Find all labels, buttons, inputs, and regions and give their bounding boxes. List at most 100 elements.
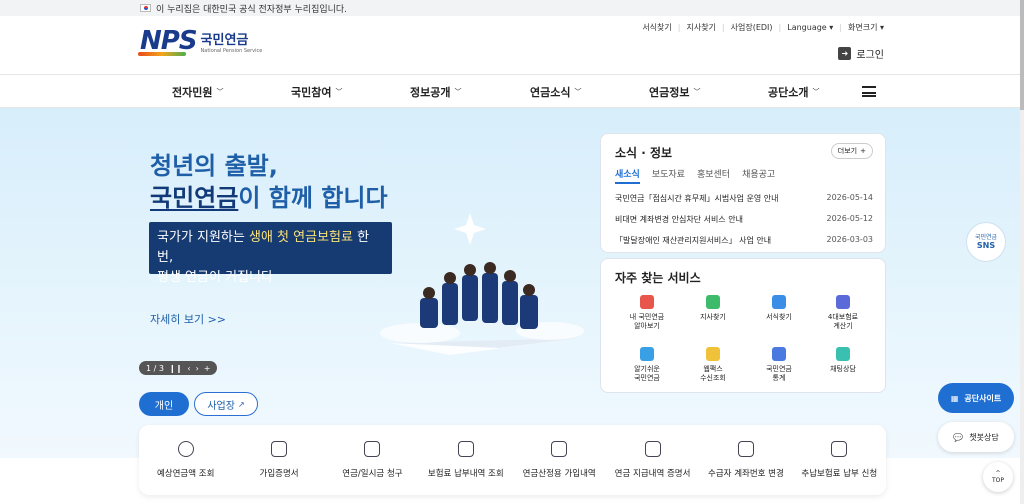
- tab-recruit[interactable]: 채용공고: [742, 167, 775, 184]
- tab-new-news[interactable]: 새소식: [615, 167, 640, 184]
- news-item[interactable]: 비대면 계좌변경 안심차단 서비스 안내 2026-05-12: [615, 214, 873, 225]
- prev-icon[interactable]: ‹: [187, 364, 190, 373]
- student-heads: [423, 262, 535, 299]
- news-title: 소식 · 정보: [615, 146, 673, 160]
- service-label: 웹팩스: [703, 365, 723, 373]
- nav-item-participation[interactable]: 국민참여 ﹀: [291, 84, 342, 100]
- util-branch-search[interactable]: 지사찾기: [686, 22, 715, 33]
- nav-item-pension-info[interactable]: 연금정보 ﹀: [649, 84, 700, 100]
- logo-name: 국민연금: [200, 32, 249, 48]
- service-branch[interactable]: 지사찾기: [683, 295, 743, 322]
- hero-title-highlight: 국민연금: [150, 184, 239, 212]
- site-link-label: 공단사이트: [964, 393, 1002, 403]
- news-item[interactable]: 「발달장애인 재산관리지원서비스」 사업 안내 2026-03-03: [615, 235, 873, 246]
- quick-deferred-payment[interactable]: 추납보험료 납부 신청: [793, 425, 886, 495]
- divider: |: [778, 23, 782, 32]
- page-scrollbar[interactable]: [1020, 0, 1024, 504]
- news-more-button[interactable]: 더보기 +: [830, 143, 873, 159]
- service-label: 알기쉬운: [634, 365, 660, 373]
- util-form-search[interactable]: 서식찾기: [642, 22, 671, 33]
- nav-label: 국민참여: [291, 86, 332, 99]
- service-webfax[interactable]: 웹팩스 수신조회: [683, 347, 743, 383]
- util-language[interactable]: Language ▾: [787, 23, 833, 32]
- news-item-title: 「발달장애인 재산관리지원서비스」 사업 안내: [615, 236, 772, 245]
- quick-account-change[interactable]: 수급자 계좌번호 변경: [699, 425, 792, 495]
- tab-press[interactable]: 보도자료: [652, 167, 685, 184]
- news-panel: 소식 · 정보 더보기 + 새소식 보도자료 홍보센터 채용공고 국민연금「점심시…: [600, 133, 886, 253]
- tab-business[interactable]: 사업장 ↗: [194, 392, 258, 416]
- login-button[interactable]: ➜ 로그인: [838, 46, 884, 61]
- quick-claim[interactable]: 연금/일시금 청구: [326, 425, 419, 495]
- service-label: 서식찾기: [766, 313, 792, 321]
- service-easy-pension[interactable]: 알기쉬운 국민연금: [617, 347, 677, 383]
- util-screen-size[interactable]: 화면크기 ▾: [848, 22, 884, 33]
- next-icon[interactable]: ›: [196, 364, 199, 373]
- chatbot-button[interactable]: 💬 챗봇상담: [938, 422, 1014, 452]
- scroll-top-button[interactable]: ^ TOP: [983, 462, 1013, 492]
- nav-item-about[interactable]: 공단소개 ﹀: [768, 84, 819, 100]
- caret-down-icon: ▾: [829, 23, 834, 32]
- divider: |: [677, 23, 681, 32]
- service-calculator[interactable]: 4대보험료 계산기: [813, 295, 873, 331]
- tab-promo[interactable]: 홍보센터: [697, 167, 730, 184]
- util-edi[interactable]: 사업장(EDI): [731, 22, 773, 33]
- nav-item-disclosure[interactable]: 정보공개 ﹀: [410, 84, 461, 100]
- hero-box-highlight: 생애 첫 연금보험료: [249, 230, 353, 245]
- news-more-label: 더보기: [837, 147, 858, 155]
- site-link-button[interactable]: ▦ 공단사이트: [938, 383, 1014, 413]
- chatbot-label: 챗봇상담: [969, 432, 999, 442]
- news-item-date: 2026-03-03: [826, 235, 874, 244]
- folder-icon: [551, 441, 568, 457]
- logo-sub: National Pension Service: [200, 47, 263, 54]
- slide-pager: 1 / 3 ❙❙ ‹ › +: [139, 361, 218, 375]
- chevron-down-icon: ﹀: [216, 88, 224, 96]
- menu-icon[interactable]: [862, 86, 876, 97]
- search-icon: [772, 295, 786, 309]
- chat-document-icon: [831, 441, 848, 457]
- tab-personal[interactable]: 개인: [139, 392, 189, 416]
- service-my-pension[interactable]: 내 국민연금 알아보기: [617, 295, 677, 331]
- language-label: Language: [787, 23, 827, 32]
- fax-icon: [706, 347, 720, 361]
- hero-title-line1: 청년의 출발,: [150, 152, 278, 180]
- sns-label: SNS: [976, 241, 996, 250]
- gov-notice-bar: 이 누리집은 대한민국 공식 전자정부 누리집입니다.: [0, 0, 1024, 16]
- cloud-shape: [380, 323, 460, 343]
- chart-icon: [772, 347, 786, 361]
- quick-payment-history[interactable]: 보험료 납부내역 조회: [419, 425, 512, 495]
- hero-box-line1: 국가가 지원하는 생애 첫 연금보험료 한번,: [157, 228, 384, 268]
- hero-box-line2: 평생 연금이 커집니다: [157, 270, 273, 285]
- divider: |: [721, 23, 725, 32]
- service-label: 통계: [772, 374, 786, 382]
- news-tabs: 새소식 보도자료 홍보센터 채용공고: [615, 167, 775, 184]
- hero-more-link[interactable]: 자세히 보기 >>: [150, 311, 226, 327]
- service-statistics[interactable]: 국민연금 통계: [749, 347, 809, 383]
- quick-payment-certificate[interactable]: 연금 지급내역 증명서: [606, 425, 699, 495]
- pause-icon[interactable]: ❙❙: [169, 364, 182, 373]
- hero-title-rest: 이 함께 합니다: [238, 184, 388, 212]
- service-chat[interactable]: 채팅상담: [813, 347, 873, 374]
- frequent-services-panel: 자주 찾는 서비스 내 국민연금 알아보기 지사찾기 서식찾기 4대보험료 계산기 …: [600, 258, 886, 393]
- login-icon: ➜: [838, 47, 852, 60]
- chevron-up-icon: ^: [995, 470, 1001, 477]
- hero-message-box: 국가가 지원하는 생애 첫 연금보험료 한번, 평생 연금이 커집니다: [149, 222, 392, 285]
- sns-badge[interactable]: 국민연금 SNS: [966, 222, 1006, 262]
- caret-down-icon: ▾: [879, 23, 884, 32]
- quick-certificate[interactable]: 가입증명서: [232, 425, 325, 495]
- logo-mark: NPS: [138, 26, 198, 56]
- nps-logo[interactable]: NPS 국민연금 National Pension Service: [138, 26, 263, 56]
- service-forms[interactable]: 서식찾기: [749, 295, 809, 322]
- quick-label: 보험료 납부내역 조회: [427, 469, 504, 479]
- divider: |: [839, 23, 842, 32]
- chat-icon: [836, 347, 850, 361]
- quick-expected-pension[interactable]: 예상연금액 조회: [139, 425, 232, 495]
- top-label: TOP: [991, 477, 1004, 484]
- quick-enrollment-history[interactable]: 연금산정용 가입내역: [513, 425, 606, 495]
- service-label: 국민연금: [766, 365, 792, 373]
- plus-icon[interactable]: +: [204, 364, 211, 373]
- nav-item-civil[interactable]: 전자민원 ﹀: [172, 84, 223, 100]
- news-item[interactable]: 국민연금「점심시간 휴무제」시범사업 운영 안내 2026-05-14: [615, 193, 873, 204]
- nav-label: 전자민원: [172, 86, 213, 99]
- nav-item-news[interactable]: 연금소식 ﹀: [530, 84, 581, 100]
- quick-label: 추납보험료 납부 신청: [801, 469, 878, 479]
